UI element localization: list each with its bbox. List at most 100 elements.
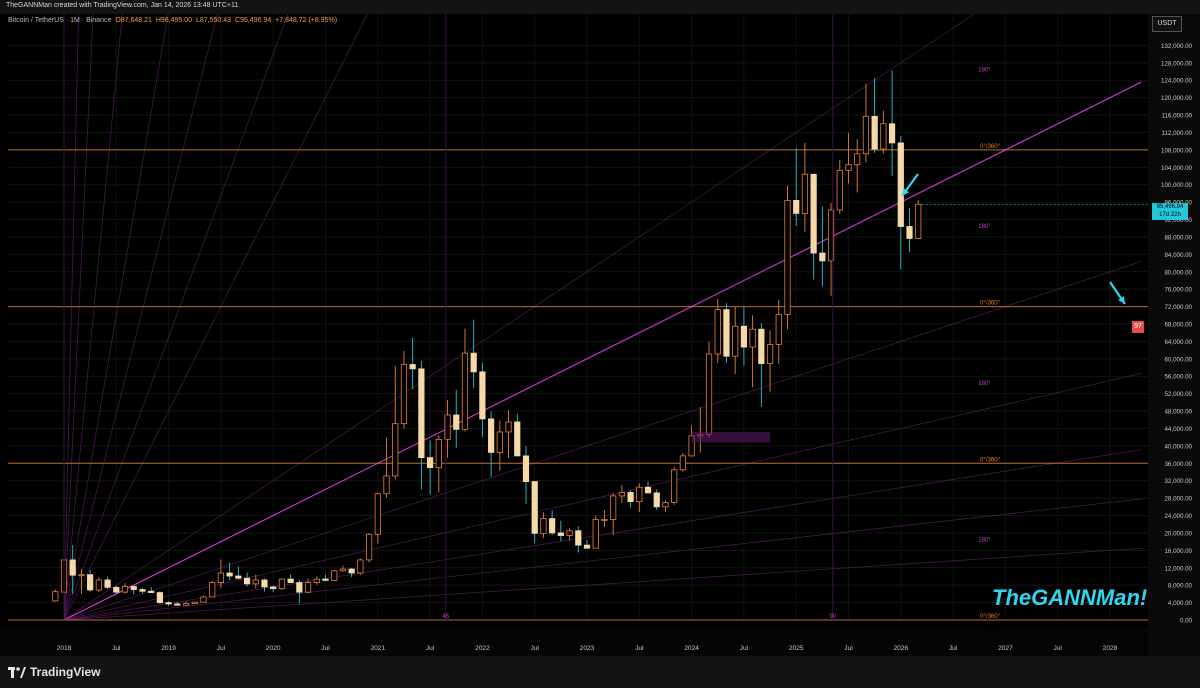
candle-body — [104, 579, 111, 588]
last-price-tag: 95,496.94 17d 22h — [1152, 203, 1188, 220]
candle-body — [374, 493, 381, 535]
candle-body — [880, 123, 887, 150]
candle-body — [557, 532, 564, 536]
candle-body — [636, 486, 643, 502]
candle-body — [714, 309, 721, 355]
candle-body — [662, 502, 669, 508]
price-tick-label: 0.00 — [1180, 618, 1193, 625]
ohlc-low: L87,550.43 — [196, 17, 232, 24]
candle-body — [479, 371, 486, 420]
candle-body — [854, 153, 861, 166]
level-label: 0°/360° — [980, 144, 1000, 150]
price-tick-label: 64,000.00 — [1164, 339, 1192, 346]
candle-body — [775, 314, 782, 345]
alert-badge[interactable]: 97 — [1132, 321, 1144, 333]
price-axis[interactable]: 132,000.00 128,000.00 124,000.00 120,000.00… — [1148, 14, 1200, 656]
candle-body — [653, 492, 660, 508]
candle-body — [409, 364, 416, 370]
price-tick-label: 20,000.00 — [1164, 530, 1192, 537]
candle-body — [915, 203, 922, 239]
candle-body — [732, 325, 739, 357]
gann-fan-ray — [63, 14, 218, 621]
angle-label: 180° — [978, 538, 991, 544]
price-tick-label: 72,000.00 — [1164, 304, 1192, 311]
gann-fan-ray — [63, 498, 1142, 621]
candle-body — [679, 455, 686, 471]
candle-body — [888, 123, 896, 144]
candle-body — [566, 530, 573, 536]
candle-body — [113, 586, 120, 593]
candle-body — [418, 368, 425, 459]
candle-body — [897, 142, 904, 227]
time-tick-label: 2028 — [1103, 645, 1118, 652]
price-tick-label: 24,000.00 — [1164, 513, 1192, 520]
candle-body — [740, 325, 748, 348]
symbol-name: Bitcoin / TetherUS · 1M · Binance — [8, 17, 112, 24]
cycle-label: 45 — [442, 614, 449, 620]
candle-body — [505, 421, 512, 433]
time-tick-label: Jul — [217, 645, 226, 652]
tradingview-logo-icon — [8, 667, 26, 679]
tradingview-brand[interactable]: TradingView — [8, 665, 100, 679]
ohlc-open: O87,648.21 — [115, 17, 152, 24]
time-tick-label: Jul — [321, 645, 330, 652]
ohlc-change: +7,848.72 (+8.95%) — [275, 17, 338, 24]
candle-body — [793, 199, 800, 214]
price-tick-label: 88,000.00 — [1164, 234, 1192, 241]
candle-body — [278, 578, 286, 590]
candle-body — [339, 568, 347, 572]
price-tick-label: 104,000.00 — [1161, 165, 1193, 172]
symbol-legend[interactable]: Bitcoin / TetherUS · 1M · Binance O87,64… — [8, 17, 339, 24]
currency-badge[interactable]: USDT — [1152, 16, 1182, 32]
price-tick-label: 100,000.00 — [1161, 182, 1193, 189]
time-tick-label: 2019 — [161, 645, 176, 652]
candle-body — [723, 309, 730, 357]
time-tick-label: 2026 — [893, 645, 908, 652]
time-tick-label: Jul — [426, 645, 435, 652]
ohlc-close: C95,496.94 — [235, 17, 272, 24]
candle-body — [121, 586, 129, 593]
gann-fan[interactable] — [63, 14, 1142, 621]
candle-body — [296, 582, 303, 593]
candle-body — [95, 579, 102, 591]
price-tick-label: 52,000.00 — [1164, 391, 1192, 398]
time-axis[interactable]: 2018 Jul 2019 Jul 2020 Jul 2021 Jul 2022 Jul 2023 J… — [0, 627, 1148, 656]
candle-body — [583, 544, 591, 549]
candle-body — [540, 518, 547, 534]
price-tick-label: 32,000.00 — [1164, 478, 1192, 485]
time-tick-label: 2020 — [266, 645, 281, 652]
gann-fan-ray — [63, 14, 975, 621]
angle-label: 180° — [978, 68, 991, 74]
gann-fan-ray — [63, 14, 169, 621]
candle-body — [453, 414, 460, 430]
time-tick-label: Jul — [112, 645, 121, 652]
candle-body — [758, 328, 765, 365]
candle-body — [627, 492, 634, 503]
level-label: 0°/360° — [980, 301, 1000, 307]
candle-body — [618, 492, 625, 497]
candle-body — [461, 352, 469, 430]
cycle-label: 90 — [829, 614, 836, 620]
candle-body — [156, 592, 163, 603]
candle-body — [644, 486, 652, 494]
candle-body — [819, 252, 826, 262]
time-tick-label: Jul — [844, 645, 853, 652]
candle-body — [261, 579, 268, 588]
brand-label: TradingView — [30, 665, 101, 679]
price-tick-label: 28,000.00 — [1164, 496, 1192, 503]
price-tick-label: 120,000.00 — [1161, 95, 1193, 102]
price-tick-label: 80,000.00 — [1164, 269, 1192, 276]
candle-body — [514, 421, 521, 457]
gann-fan-ray — [63, 373, 1142, 621]
gann-fan-ray — [63, 547, 1142, 621]
candle-body — [426, 457, 434, 469]
ohlc-high: H96,495.00 — [155, 17, 193, 24]
candle-body — [217, 572, 224, 583]
support-zone — [691, 431, 771, 443]
candle-body — [322, 578, 329, 581]
candle-body — [182, 603, 190, 606]
bottom-bar — [0, 656, 1200, 688]
candle-body — [191, 601, 198, 604]
candle-body — [383, 475, 390, 495]
price-chart[interactable]: 0°/360° 0°/360° 0°/360° 0°/360° 45 90 180° 180… — [0, 14, 1200, 656]
